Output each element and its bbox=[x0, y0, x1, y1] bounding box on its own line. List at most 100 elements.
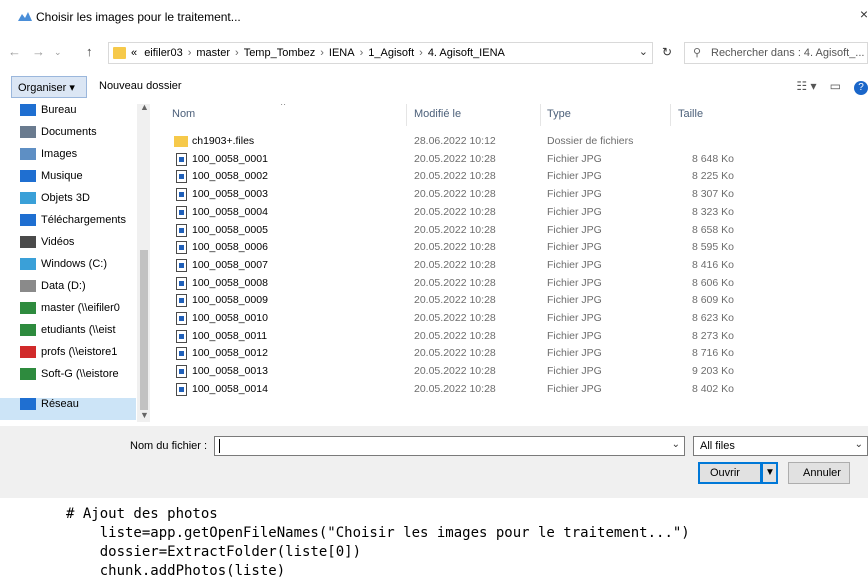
column-divider[interactable] bbox=[540, 104, 541, 126]
sidebar-item[interactable]: Data (D:) bbox=[16, 280, 136, 302]
scrollbar-thumb[interactable] bbox=[140, 250, 148, 410]
file-row[interactable]: 100_0058_0007 20.05.2022 10:28 Fichier JPG… bbox=[150, 257, 868, 274]
file-row[interactable]: 100_0058_0012 20.05.2022 10:28 Fichier JPG… bbox=[150, 345, 868, 362]
file-row[interactable]: 100_0058_0001 20.05.2022 10:28 Fichier JPG… bbox=[150, 151, 868, 168]
cancel-button[interactable]: Annuler bbox=[788, 462, 850, 484]
sidebar-item[interactable]: Soft-G (\\eistore bbox=[16, 368, 136, 390]
file-row[interactable]: 100_0058_0004 20.05.2022 10:28 Fichier JPG… bbox=[150, 204, 868, 221]
scroll-up-icon[interactable]: ▲ bbox=[140, 102, 149, 112]
sidebar-item[interactable]: Images bbox=[16, 148, 136, 170]
file-name: 100_0058_0005 bbox=[192, 223, 268, 236]
sidebar-item[interactable]: Musique bbox=[16, 170, 136, 192]
file-modified-date: 28.06.2022 10:12 bbox=[414, 135, 496, 147]
sidebar-item-label: Soft-G (\\eistore bbox=[41, 368, 119, 381]
chevron-down-icon[interactable]: ⌄ bbox=[855, 439, 863, 450]
sidebar-item[interactable]: master (\\eifiler0 bbox=[16, 302, 136, 324]
sidebar-item[interactable]: Téléchargements bbox=[16, 214, 136, 236]
file-type: Fichier JPG bbox=[547, 312, 602, 324]
refresh-icon[interactable]: ↻ bbox=[662, 45, 672, 59]
new-folder-button[interactable]: Nouveau dossier bbox=[99, 80, 182, 92]
image-thumb-icon bbox=[179, 298, 184, 304]
filename-field[interactable]: ⌄ bbox=[214, 436, 685, 456]
column-header-size[interactable]: Taille bbox=[678, 108, 703, 120]
breadcrumb-separator-icon: › bbox=[419, 47, 423, 59]
open-options-dropdown[interactable]: ▼ bbox=[762, 462, 778, 484]
image-file-icon bbox=[176, 347, 187, 361]
image-file-icon bbox=[176, 258, 187, 272]
breadcrumb-item[interactable]: master bbox=[196, 47, 230, 59]
column-header-type[interactable]: Type bbox=[547, 108, 571, 120]
breadcrumb-item[interactable]: eifiler03 bbox=[144, 47, 183, 59]
organize-button[interactable]: Organiser ▾ bbox=[11, 76, 87, 98]
file-type: Fichier JPG bbox=[547, 152, 602, 165]
sidebar-item[interactable]: Windows (C:) bbox=[16, 258, 136, 280]
close-icon[interactable]: × bbox=[860, 6, 868, 22]
image-thumb-icon bbox=[179, 369, 184, 375]
file-size: 8 623 Ko bbox=[691, 312, 734, 324]
file-row[interactable]: 100_0058_0010 20.05.2022 10:28 Fichier JPG… bbox=[150, 310, 868, 327]
sidebar-item[interactable]: Objets 3D bbox=[16, 192, 136, 214]
image-file-icon bbox=[176, 294, 187, 308]
open-button[interactable]: Ouvrir bbox=[698, 462, 762, 484]
file-row[interactable]: ch1903+.files 28.06.2022 10:12 Dossier de … bbox=[150, 133, 868, 150]
column-divider[interactable] bbox=[406, 104, 407, 126]
sidebar-item[interactable]: profs (\\eistore1 bbox=[16, 346, 136, 368]
back-arrow-icon[interactable]: ← bbox=[8, 44, 21, 59]
forward-arrow-icon[interactable]: → bbox=[32, 44, 45, 59]
file-row[interactable]: 100_0058_0002 20.05.2022 10:28 Fichier JPG… bbox=[150, 168, 868, 185]
help-icon[interactable]: ? bbox=[854, 81, 868, 95]
file-row[interactable]: 100_0058_0011 20.05.2022 10:28 Fichier JPG… bbox=[150, 328, 868, 345]
column-header-date[interactable]: Modifié le bbox=[414, 108, 461, 120]
breadcrumb[interactable]: « eifiler03 › master › Temp_Tombez › IENA › 1_Ag… bbox=[108, 42, 653, 64]
file-name: 100_0058_0002 bbox=[192, 170, 268, 183]
file-row[interactable]: 100_0058_0003 20.05.2022 10:28 Fichier JPG… bbox=[150, 186, 868, 203]
file-row[interactable]: 100_0058_0009 20.05.2022 10:28 Fichier JPG… bbox=[150, 292, 868, 309]
up-arrow-icon[interactable]: ↑ bbox=[86, 44, 93, 59]
column-divider[interactable] bbox=[670, 104, 671, 126]
breadcrumb-item[interactable]: 1_Agisoft bbox=[368, 47, 414, 59]
file-row[interactable]: 100_0058_0013 20.05.2022 10:28 Fichier JPG… bbox=[150, 363, 868, 380]
file-name: 100_0058_0006 bbox=[192, 241, 268, 254]
column-header-name[interactable]: Nom bbox=[172, 108, 195, 120]
file-row[interactable]: 100_0058_0005 20.05.2022 10:28 Fichier JPG… bbox=[150, 222, 868, 239]
breadcrumb-separator-icon: › bbox=[359, 47, 364, 59]
app-icon bbox=[18, 12, 32, 21]
breadcrumb-item[interactable]: 4. Agisoft_IENA bbox=[428, 47, 505, 59]
image-thumb-icon bbox=[179, 245, 184, 251]
cancel-label: Annuler bbox=[803, 467, 841, 479]
sidebar-item[interactable]: etudiants (\\eist bbox=[16, 324, 136, 346]
preview-pane-icon[interactable]: ▭ bbox=[830, 79, 841, 93]
sidebar-item[interactable]: Bureau bbox=[16, 104, 136, 126]
recent-locations-chevron-icon[interactable]: ⌄ bbox=[54, 47, 62, 58]
file-size: 8 416 Ko bbox=[691, 258, 734, 271]
view-options-icon[interactable]: ☷ ▾ bbox=[796, 79, 816, 93]
file-type-filter[interactable]: All files ⌄ bbox=[693, 436, 868, 456]
search-placeholder: Rechercher dans : 4. Agisoft_... bbox=[711, 47, 865, 59]
chevron-down-icon[interactable]: ⌄ bbox=[639, 45, 648, 58]
breadcrumb-item[interactable]: IENA bbox=[329, 47, 355, 59]
scroll-down-icon[interactable]: ▼ bbox=[140, 410, 149, 420]
file-row[interactable]: 100_0058_0008 20.05.2022 10:28 Fichier JPG… bbox=[150, 275, 868, 292]
file-modified-date: 20.05.2022 10:28 bbox=[414, 223, 496, 236]
breadcrumb-overflow[interactable]: « bbox=[131, 47, 137, 59]
code-line: chunk.addPhotos(liste) bbox=[66, 563, 286, 579]
sidebar-item-label: Data (D:) bbox=[41, 280, 86, 293]
search-input[interactable]: ⚲ Rechercher dans : 4. Agisoft_... bbox=[684, 42, 868, 64]
sidebar-item[interactable]: Documents bbox=[16, 126, 136, 148]
file-type: Fichier JPG bbox=[547, 241, 602, 254]
file-name: 100_0058_0003 bbox=[192, 188, 268, 201]
sidebar-item[interactable]: Vidéos bbox=[16, 236, 136, 258]
address-bar: ← → ⌄ ↑ « eifiler03 › master › Temp_Tombez › I… bbox=[0, 40, 868, 66]
network-drive-icon bbox=[20, 368, 36, 381]
file-row[interactable]: 100_0058_0014 20.05.2022 10:28 Fichier JPG… bbox=[150, 381, 868, 398]
chevron-down-icon[interactable]: ⌄ bbox=[672, 439, 680, 450]
sidebar-item[interactable]: Réseau bbox=[0, 398, 136, 420]
navigation-scrollbar[interactable]: ▲ ▼ bbox=[137, 102, 150, 422]
file-modified-date: 20.05.2022 10:28 bbox=[414, 365, 496, 378]
network-drive-icon bbox=[20, 302, 36, 315]
file-row[interactable]: 100_0058_0006 20.05.2022 10:28 Fichier JPG… bbox=[150, 239, 868, 256]
breadcrumb-item[interactable]: Temp_Tombez bbox=[244, 47, 316, 59]
dialog-titlebar: Choisir les images pour le traitement...… bbox=[0, 0, 868, 34]
breadcrumb-separator-icon: › bbox=[320, 47, 324, 59]
file-size: 8 648 Ko bbox=[691, 152, 734, 165]
